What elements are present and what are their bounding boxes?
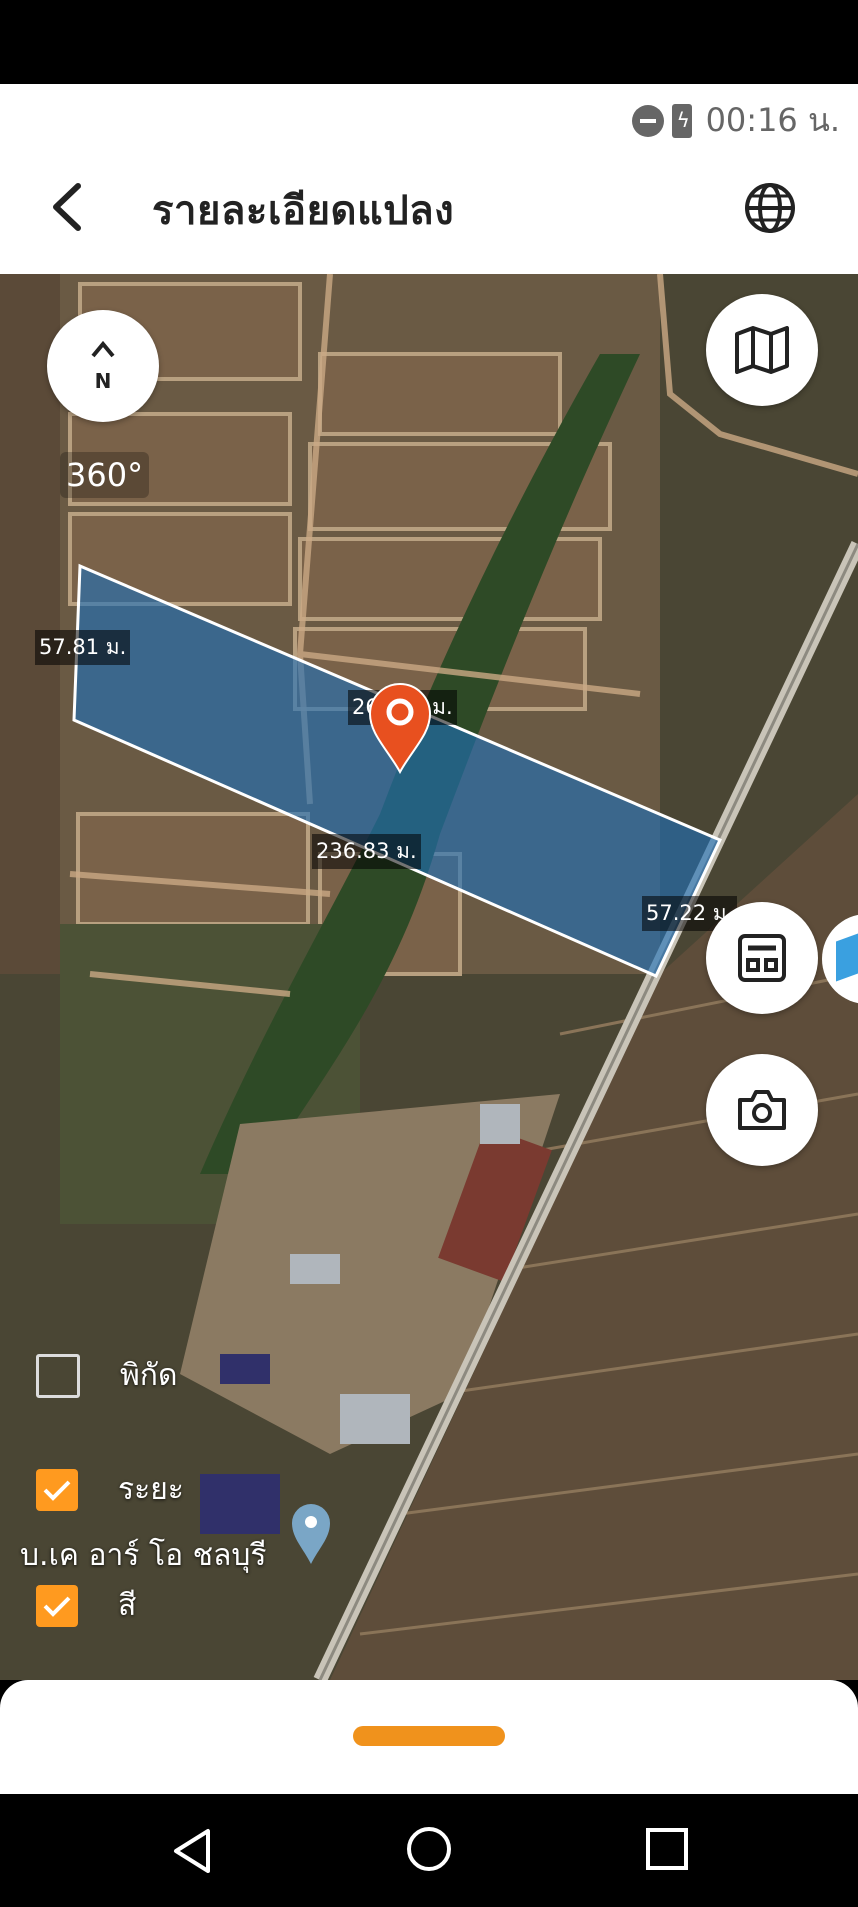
nav-recents-icon[interactable] <box>644 1826 690 1872</box>
layer-label-coordinates: พิกัด <box>120 1358 178 1393</box>
status-indicators: 00:16 น. <box>631 95 840 146</box>
location-pin-icon <box>292 1504 330 1564</box>
bottom-sheet-handle[interactable] <box>353 1726 505 1746</box>
globe-icon <box>745 183 795 233</box>
layer-label-distance: ระยะ <box>118 1472 184 1507</box>
check-icon <box>43 1596 71 1617</box>
calculator-button[interactable] <box>706 902 818 1014</box>
globe-button[interactable] <box>742 180 798 236</box>
check-icon <box>43 1480 71 1501</box>
layer-label-color: สี <box>118 1588 137 1623</box>
location-pin-icon <box>368 683 432 775</box>
layer-checkbox-coordinates[interactable] <box>36 1353 80 1398</box>
layer-row-color[interactable]: สี <box>36 1582 136 1629</box>
layer-checkbox-color[interactable] <box>36 1584 78 1627</box>
system-nav-bar <box>0 1794 858 1907</box>
plot-location-pin[interactable] <box>368 682 432 778</box>
satellite-map[interactable]: N 360° 57.81 ม. 260.36 ม. 236.83 ม. 57.2… <box>0 274 858 1680</box>
camera-icon <box>738 1090 786 1130</box>
layer-checkbox-distance[interactable] <box>36 1468 78 1511</box>
edge-length-left: 57.81 ม. <box>35 630 131 665</box>
top-black-bar <box>0 0 858 84</box>
nav-back-icon[interactable] <box>168 1826 218 1876</box>
layer-row-distance[interactable]: ระยะ <box>36 1466 184 1513</box>
edge-length-bottom: 236.83 ม. <box>312 834 421 869</box>
calculator-icon <box>738 934 786 982</box>
compass-button[interactable]: N <box>47 310 159 422</box>
cube-3d-icon <box>836 930 858 982</box>
compass-label: N <box>95 369 112 393</box>
map-type-button[interactable] <box>706 294 818 406</box>
compass-north-icon: N <box>91 340 115 393</box>
page-title: รายละเอียดแปลง <box>152 188 455 234</box>
do-not-disturb-icon <box>631 104 664 137</box>
back-arrow-icon <box>53 183 81 231</box>
status-time: 00:16 น. <box>705 101 840 139</box>
map-icon <box>735 326 789 374</box>
nav-home-icon[interactable] <box>404 1824 454 1874</box>
view-mode-toggle[interactable]: 360° <box>60 452 150 498</box>
place-marker[interactable] <box>290 1502 332 1570</box>
back-button[interactable] <box>40 176 92 238</box>
battery-charging-icon <box>671 103 692 138</box>
layer-row-coordinates[interactable]: พิกัด <box>36 1352 177 1399</box>
place-label: บ.เค อาร์ โอ ชลบุรี <box>20 1538 267 1573</box>
camera-button[interactable] <box>706 1054 818 1166</box>
